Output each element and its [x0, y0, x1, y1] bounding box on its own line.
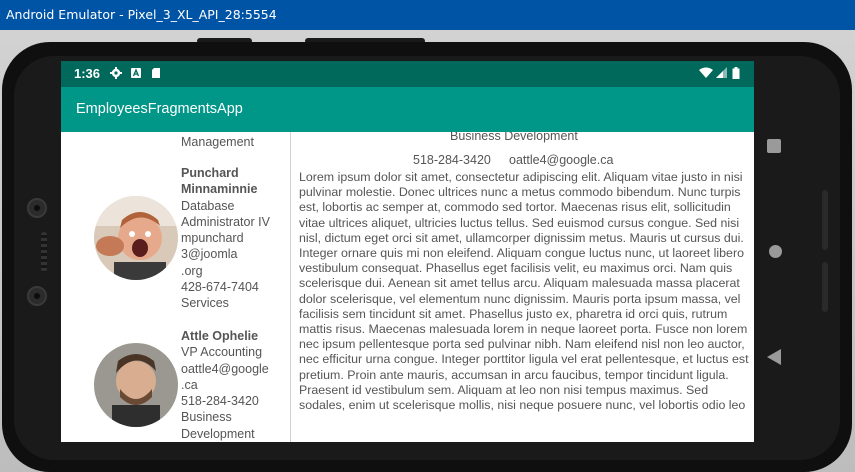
employee-info-line: Administrator IV [181, 214, 270, 229]
employee-name: Punchard Minnaminnie [181, 166, 258, 197]
employee-department: Management [181, 135, 254, 149]
status-time: 1:36 [74, 66, 101, 81]
circle-home-icon[interactable] [769, 245, 782, 258]
emulator-title-bar: Android Emulator - Pixel_3_XL_API_28:555… [0, 0, 855, 30]
emulator-title: Android Emulator - Pixel_3_XL_API_28:555… [6, 7, 277, 22]
list-item[interactable]: Management [181, 134, 254, 150]
status-bar: 1:36 [61, 61, 754, 87]
employee-detail[interactable]: Business Development 518-284-3420 oattle… [291, 132, 754, 442]
gear-icon [110, 67, 122, 79]
employee-info-line: Business [181, 410, 232, 425]
triangle-back-icon[interactable] [767, 349, 781, 365]
employee-info-line: VP Accounting [181, 345, 263, 360]
wifi-icon [699, 67, 713, 78]
employee-info-line: .org [181, 263, 203, 278]
detail-department: Business Development [450, 132, 578, 143]
phone-side-slot [822, 190, 828, 250]
app-bar: EmployeesFragmentsApp [61, 87, 754, 132]
employee-info-line: Database [181, 198, 235, 213]
sd-card-icon [152, 68, 160, 78]
detail-email: oattle4@google.ca [509, 153, 614, 167]
signal-icon [716, 67, 727, 78]
phone-side-slot [822, 262, 828, 312]
employee-info-line: mpunchard [181, 231, 244, 246]
device-screen: 1:36 EmployeesFragmentsApp Management Pu… [61, 61, 754, 442]
front-sensor-icon [27, 286, 47, 306]
employee-info-line: oattle4@google [181, 361, 269, 376]
app-title: EmployeesFragmentsApp [76, 101, 243, 117]
employee-info-line: .ca [181, 377, 198, 392]
front-camera-icon [27, 198, 47, 218]
employee-info-line: 3@joomla [181, 247, 238, 262]
battery-icon [732, 67, 740, 79]
avatar [94, 196, 178, 280]
a-notification-icon [131, 68, 141, 78]
square-recents-icon[interactable] [767, 139, 781, 153]
employee-info-line: Services [181, 296, 229, 311]
speaker-grill [41, 232, 47, 272]
detail-phone: 518-284-3420 [413, 153, 491, 167]
employee-info-line: 518-284-3420 [181, 394, 259, 409]
employee-info-line: Development [181, 426, 255, 441]
employee-info-line: 428-674-7404 [181, 280, 259, 295]
list-item[interactable]: Attle Ophelie VP Accounting oattle4@goog… [181, 328, 269, 442]
employee-list[interactable]: Management Punchard Minnaminnie Database… [61, 132, 290, 442]
avatar [94, 343, 178, 427]
employee-name: Attle Ophelie [181, 329, 259, 343]
list-item[interactable]: Punchard Minnaminnie Database Administra… [181, 165, 271, 312]
detail-description: Lorem ipsum dolor sit amet, consectetur … [299, 170, 749, 413]
